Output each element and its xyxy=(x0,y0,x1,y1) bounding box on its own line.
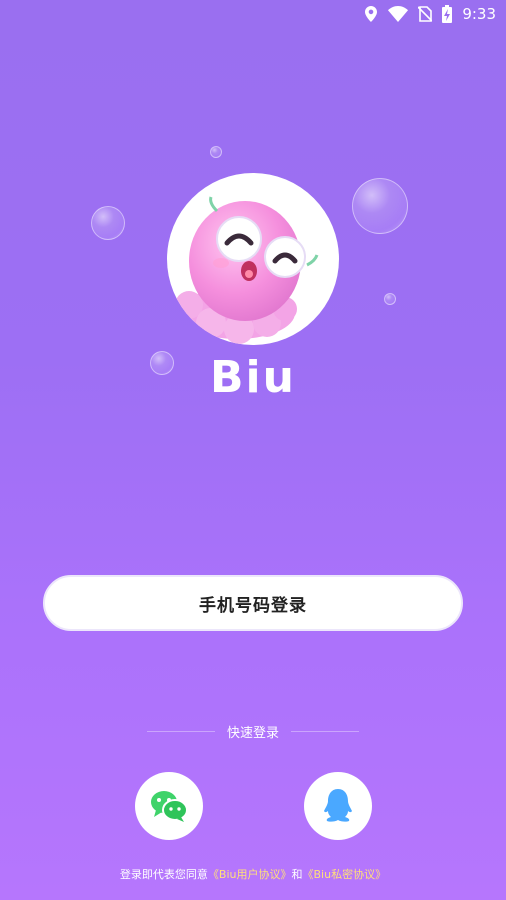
quick-login-divider: 快速登录 xyxy=(0,720,506,742)
bubble-decoration xyxy=(91,206,125,240)
divider-line-right xyxy=(291,730,359,732)
status-time: 9:33 xyxy=(462,5,496,23)
qq-icon xyxy=(324,789,352,822)
bubble-decoration xyxy=(210,146,222,158)
phone-login-label: 手机号码登录 xyxy=(199,595,307,616)
status-bar: 9:33 xyxy=(0,0,506,28)
agreement-conjunction: 和 xyxy=(291,868,303,881)
agreement-text: 登录即代表您同意《Biu用户协议》和《Biu私密协议》 xyxy=(0,866,506,882)
user-agreement-link[interactable]: 《Biu用户协议》 xyxy=(208,868,292,881)
phone-login-button[interactable]: 手机号码登录 xyxy=(43,575,463,631)
app-logo xyxy=(167,173,339,345)
location-icon xyxy=(364,6,378,22)
privacy-agreement-link[interactable]: 《Biu私密协议》 xyxy=(303,868,387,881)
battery-charging-icon xyxy=(442,5,453,23)
octopus-mascot-icon xyxy=(175,196,319,344)
bubble-decoration xyxy=(352,178,408,234)
app-name: Biu xyxy=(210,352,296,403)
no-sim-icon xyxy=(418,6,433,22)
qq-login-button[interactable] xyxy=(304,772,372,840)
divider-line-left xyxy=(146,730,215,732)
quick-login-label: 快速登录 xyxy=(226,725,279,741)
wechat-login-button[interactable] xyxy=(135,772,203,840)
bubble-decoration xyxy=(384,293,396,305)
wifi-icon xyxy=(388,6,409,22)
wechat-icon xyxy=(151,791,188,822)
agreement-prefix: 登录即代表您同意 xyxy=(119,868,208,881)
